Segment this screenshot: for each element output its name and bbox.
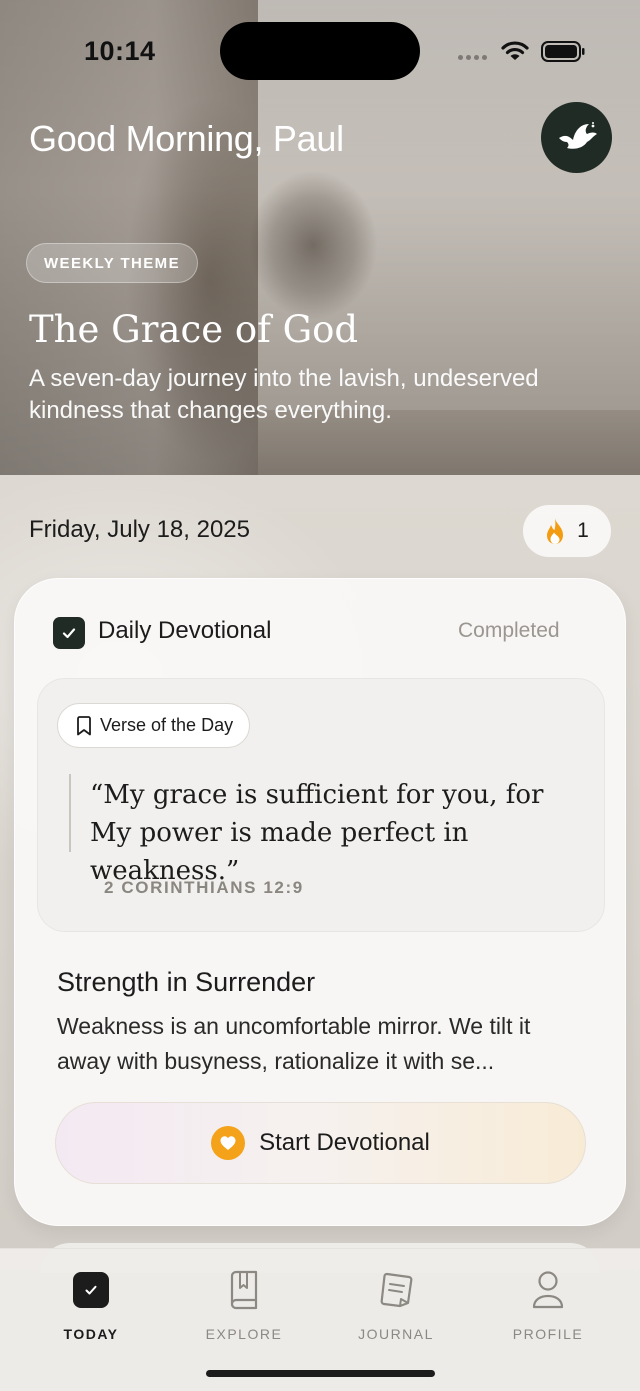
tab-label-explore: EXPLORE — [205, 1326, 283, 1342]
devotional-status: Completed — [458, 619, 560, 642]
current-date: Friday, July 18, 2025 — [29, 516, 251, 543]
quote-divider — [69, 774, 71, 852]
bookmark-icon — [77, 715, 91, 735]
start-devotional-label: Start Devotional — [259, 1129, 430, 1156]
journal-icon — [380, 1272, 413, 1308]
tab-label-profile: PROFILE — [512, 1326, 584, 1342]
streak-badge[interactable]: 1 — [523, 505, 611, 557]
verse-badge-label: Verse of the Day — [100, 715, 234, 735]
tab-today[interactable]: TODAY — [21, 1270, 161, 1350]
cellular-signal-icon — [458, 55, 487, 60]
person-icon — [532, 1271, 564, 1309]
verse-text: “My grace is sufficient for you, for My … — [90, 780, 544, 886]
heart-icon — [211, 1126, 246, 1160]
status-time: 10:14 — [84, 36, 156, 66]
greeting-title: Good Morning, Paul — [29, 118, 344, 159]
completed-checkbox-icon — [53, 617, 85, 649]
devotional-excerpt: Weakness is an uncomfortable mirror. We … — [57, 1013, 531, 1074]
home-indicator[interactable] — [206, 1370, 435, 1377]
weekly-theme-badge: WEEKLY THEME — [26, 243, 198, 283]
weekly-theme-title: The Grace of God — [29, 308, 359, 351]
book-icon — [230, 1270, 258, 1310]
devotional-title: Strength in Surrender — [57, 967, 316, 997]
verse-reference: 2 CORINTHIANS 12:9 — [104, 878, 304, 897]
dynamic-island — [220, 22, 420, 80]
checkmark-icon — [62, 628, 76, 639]
tab-label-journal: JOURNAL — [358, 1326, 434, 1342]
devotional-card-title: Daily Devotional — [98, 617, 272, 644]
dove-icon — [558, 121, 597, 149]
tab-journal[interactable]: JOURNAL — [326, 1270, 466, 1350]
battery-icon — [541, 41, 585, 62]
tab-explore[interactable]: EXPLORE — [174, 1270, 314, 1350]
checkbox-icon — [73, 1272, 109, 1308]
weekly-theme-description: A seven-day journey into the lavish, und… — [29, 365, 539, 424]
verse-of-the-day-badge: Verse of the Day — [57, 703, 251, 748]
profile-avatar-button[interactable] — [541, 102, 612, 173]
flame-icon — [547, 518, 564, 544]
tab-label-today: TODAY — [63, 1326, 119, 1342]
start-devotional-button[interactable]: Start Devotional — [55, 1102, 586, 1184]
tab-profile[interactable]: PROFILE — [478, 1270, 618, 1350]
streak-count: 1 — [577, 519, 589, 542]
wifi-icon — [501, 41, 529, 60]
